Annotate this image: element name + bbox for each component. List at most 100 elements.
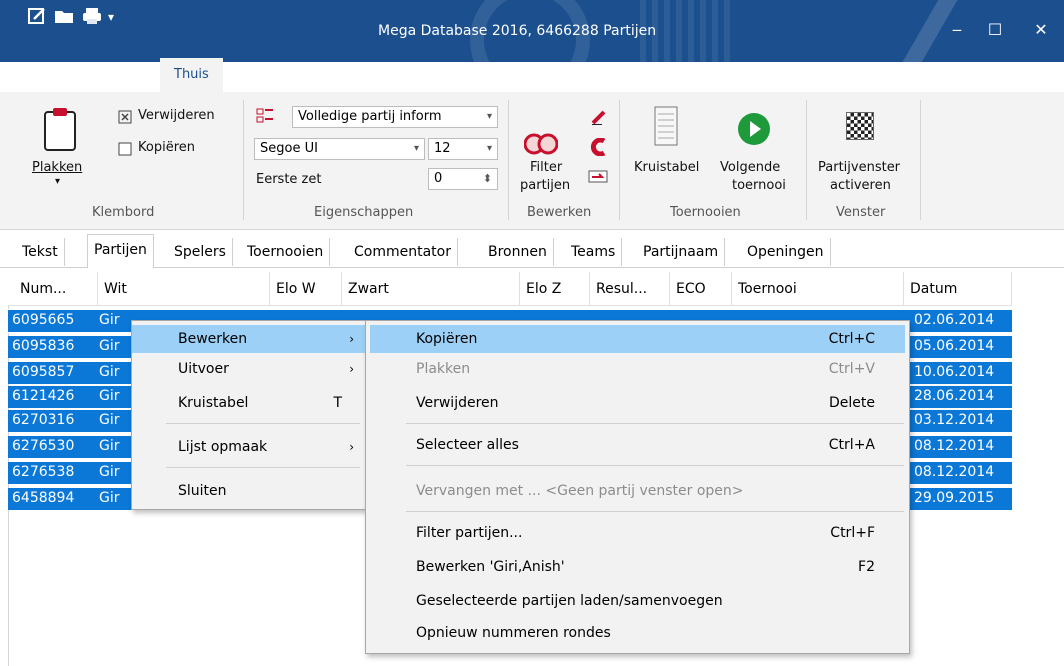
menu-item-plakken: Plakken Ctrl+V bbox=[370, 355, 905, 383]
partij-info-select[interactable]: Volledige partij inform ▾ bbox=[292, 106, 498, 128]
next-tournament-icon[interactable] bbox=[737, 112, 771, 150]
minimize-button[interactable]: ‒ bbox=[942, 20, 972, 40]
chevron-down-icon: ▾ bbox=[486, 111, 492, 122]
spinner-icon[interactable]: ⬍ bbox=[483, 169, 492, 189]
menu-item-selecteer-alles[interactable]: Selecteer alles Ctrl+A bbox=[370, 431, 905, 459]
cell-datum: 29.09.2015 bbox=[914, 490, 995, 506]
eerste-zet-stepper[interactable]: 0 ⬍ bbox=[428, 168, 498, 190]
print-icon[interactable] bbox=[82, 7, 102, 27]
tab-openingen[interactable]: Openingen bbox=[741, 238, 831, 266]
cell-wit: Gir bbox=[99, 312, 120, 328]
chessboard-icon[interactable] bbox=[846, 112, 874, 140]
cell-datum: 10.06.2014 bbox=[914, 364, 995, 380]
column-header-toernooi[interactable]: Toernooi bbox=[732, 272, 904, 306]
group-label-bewerken: Bewerken bbox=[527, 205, 592, 220]
magnet-icon[interactable] bbox=[590, 137, 608, 160]
tab-teams[interactable]: Teams bbox=[565, 238, 623, 266]
column-header-elo-z[interactable]: Elo Z bbox=[520, 272, 590, 306]
verwijderen-button[interactable]: Verwijderen bbox=[138, 108, 215, 123]
column-header-datum[interactable]: Datum bbox=[904, 272, 1012, 306]
menu-tab-vensters[interactable]: Vensters bbox=[381, 66, 437, 88]
menu-tab-bestand[interactable]: Bestand bbox=[53, 66, 113, 88]
kopieren-button[interactable]: Kopiëren bbox=[138, 140, 195, 155]
cell-num: 6276538 bbox=[12, 464, 75, 480]
maximize-button[interactable]: ☐ bbox=[980, 20, 1010, 40]
font-select[interactable]: Segoe UI ▾ bbox=[254, 138, 425, 160]
menu-tab-thuis[interactable]: Thuis bbox=[160, 58, 223, 92]
tab-tekst[interactable]: Tekst bbox=[16, 238, 65, 266]
tab-spelers[interactable]: Spelers bbox=[168, 238, 233, 266]
list-view-icon bbox=[256, 108, 274, 128]
menu-item-bewerken-speler[interactable]: Bewerken 'Giri,Anish' F2 bbox=[370, 553, 905, 581]
menu-item-label: Vervangen met ... <Geen partij venster o… bbox=[416, 483, 744, 499]
menu-item-shortcut: F2 bbox=[858, 559, 875, 575]
cell-num: 6121426 bbox=[12, 388, 75, 404]
menu-item-verwijderen[interactable]: Verwijderen Delete bbox=[370, 389, 905, 417]
menu-item-kopieren[interactable]: Kopiëren Ctrl+C bbox=[370, 325, 905, 353]
menu-item-label: Uitvoer bbox=[178, 361, 229, 377]
crosstable-icon[interactable] bbox=[654, 106, 678, 150]
delete-icon bbox=[118, 110, 132, 128]
tab-partijnaam[interactable]: Partijnaam bbox=[637, 238, 726, 266]
filter-glasses-icon[interactable] bbox=[523, 132, 559, 160]
replace-icon[interactable] bbox=[588, 168, 608, 188]
edit-pencil-icon[interactable] bbox=[590, 108, 608, 130]
column-header-num[interactable]: Num... bbox=[14, 272, 98, 306]
tab-partijen[interactable]: Partijen bbox=[87, 234, 154, 268]
partijvenster-activeren-button[interactable]: activeren bbox=[830, 178, 891, 193]
kruistabel-button[interactable]: Kruistabel bbox=[634, 160, 699, 175]
chevron-down-icon[interactable]: ▾ bbox=[55, 176, 60, 187]
menu-item-laden-samenvoegen[interactable]: Geselecteerde partijen laden/samenvoegen bbox=[370, 587, 905, 615]
plakken-button[interactable]: Plakken bbox=[32, 160, 82, 175]
open-folder-icon[interactable] bbox=[54, 7, 76, 27]
menu-separator bbox=[406, 423, 904, 424]
menu-tab-help[interactable]: Help bbox=[1016, 66, 1046, 88]
menu-item-lijst-opmaak[interactable]: Lijst opmaak › bbox=[132, 433, 366, 461]
chevron-down-icon: ▾ bbox=[486, 143, 492, 154]
volgende-toernooi-button[interactable]: toernooi bbox=[732, 178, 786, 193]
column-header-wit[interactable]: Wit bbox=[98, 272, 270, 306]
menu-item-label: Bewerken 'Giri,Anish' bbox=[416, 559, 565, 575]
clipboard-paste-icon[interactable] bbox=[42, 106, 78, 156]
menu-tab-database[interactable]: Database bbox=[262, 66, 324, 88]
partijvenster-label[interactable]: Partijvenster bbox=[818, 160, 900, 175]
cell-wit: Gir bbox=[99, 364, 120, 380]
cell-datum: 05.06.2014 bbox=[914, 338, 995, 354]
menu-item-label: Verwijderen bbox=[416, 395, 499, 411]
menu-item-opnieuw-nummeren[interactable]: Opnieuw nummeren rondes bbox=[370, 619, 905, 647]
window-title: Mega Database 2016, 6466288 Partijen bbox=[378, 23, 657, 39]
menu-item-uitvoer[interactable]: Uitvoer › bbox=[132, 355, 366, 383]
chevron-right-icon: › bbox=[349, 332, 354, 346]
menu-item-filter-partijen[interactable]: Filter partijen... Ctrl+F bbox=[370, 519, 905, 547]
submenu-bewerken: Kopiëren Ctrl+C Plakken Ctrl+V Verwijder… bbox=[365, 320, 910, 654]
column-header-resultaat[interactable]: Resul... bbox=[590, 272, 670, 306]
column-header-elo-w[interactable]: Elo W bbox=[270, 272, 342, 306]
cell-datum: 08.12.2014 bbox=[914, 438, 995, 454]
tab-toernooien[interactable]: Toernooien bbox=[241, 238, 331, 266]
group-label-eigenschappen: Eigenschappen bbox=[314, 205, 414, 220]
filter-partijen-button[interactable]: partijen bbox=[520, 178, 570, 193]
cell-wit: Gir bbox=[99, 438, 120, 454]
eerste-zet-value: 0 bbox=[434, 171, 443, 186]
group-label-klembord: Klembord bbox=[92, 205, 155, 220]
menu-item-sluiten[interactable]: Sluiten bbox=[132, 477, 366, 505]
filter-label[interactable]: Filter bbox=[530, 160, 562, 175]
font-size-select[interactable]: 12 ▾ bbox=[428, 138, 498, 160]
menu-item-bewerken[interactable]: Bewerken › bbox=[132, 325, 366, 353]
chevron-right-icon: › bbox=[349, 440, 354, 454]
column-header-eco[interactable]: ECO bbox=[670, 272, 732, 306]
cell-num: 6095836 bbox=[12, 338, 75, 354]
new-document-icon[interactable] bbox=[28, 7, 48, 27]
menu-separator bbox=[406, 511, 904, 512]
menu-item-kruistabel[interactable]: Kruistabel T bbox=[132, 389, 366, 417]
group-label-venster: Venster bbox=[836, 205, 886, 220]
tab-bronnen[interactable]: Bronnen bbox=[482, 238, 554, 266]
volgende-label[interactable]: Volgende bbox=[720, 160, 780, 175]
column-header-zwart[interactable]: Zwart bbox=[342, 272, 520, 306]
tab-commentator[interactable]: Commentator bbox=[348, 238, 458, 266]
chevron-right-icon: › bbox=[349, 362, 354, 376]
cell-num: 6095857 bbox=[12, 364, 75, 380]
close-button[interactable]: ✕ bbox=[1026, 20, 1056, 40]
customize-quick-access-icon[interactable]: ▾ bbox=[108, 7, 114, 27]
menu-item-shortcut: Ctrl+V bbox=[828, 361, 875, 377]
